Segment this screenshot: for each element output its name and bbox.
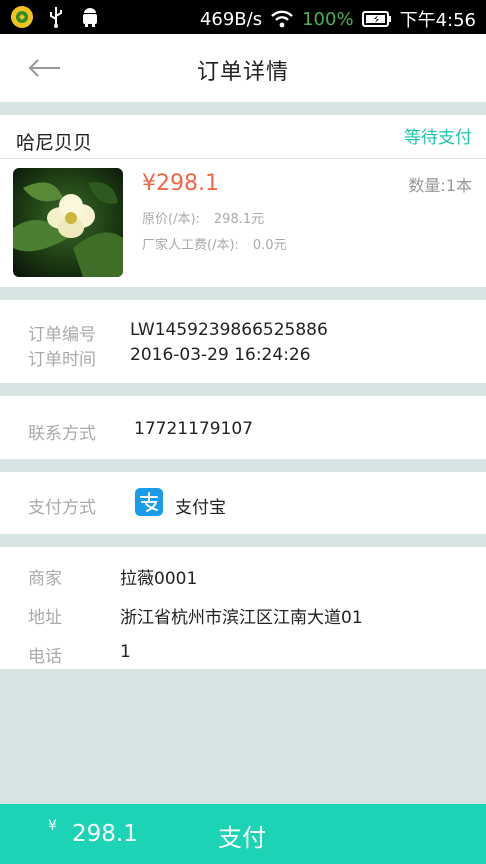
alipay-icon xyxy=(135,488,163,516)
status-bar-left xyxy=(10,5,102,29)
merchant-phone[interactable]: 1 xyxy=(120,642,131,662)
shop-name[interactable]: 哈尼贝贝 xyxy=(16,128,92,155)
bottom-pay-bar: ¥ 298.1 支付 xyxy=(0,804,486,864)
merchant-address-label: 地址 xyxy=(28,608,62,628)
merchant-address: 浙江省杭州市滨江区江南大道01 xyxy=(120,608,363,628)
contact-phone[interactable]: 17721179107 xyxy=(134,419,253,439)
merchant-name-label: 商家 xyxy=(28,569,62,589)
status-bar-right: 469B/s 100% 下午4:56 xyxy=(200,6,476,32)
network-speed: 469B/s xyxy=(199,8,263,30)
payment-label: 支付方式 xyxy=(28,498,96,518)
battery-icon xyxy=(361,11,391,27)
merchant-name: 拉薇0001 xyxy=(120,569,198,589)
merchant-phone-label: 电话 xyxy=(28,647,62,667)
order-time-label: 订单时间 xyxy=(28,350,96,370)
contact-label: 联系方式 xyxy=(28,424,96,444)
product-quantity: 数量:1本 xyxy=(408,176,472,195)
battery-percent: 100% xyxy=(302,8,354,30)
order-number: LW1459239866525886 xyxy=(130,320,328,340)
order-time: 2016-03-29 16:24:26 xyxy=(130,345,311,365)
title-bar: 订单详情 xyxy=(0,34,486,102)
page-title: 订单详情 xyxy=(196,60,289,85)
original-price-value: 298.1元 xyxy=(213,212,265,227)
order-number-label: 订单编号 xyxy=(28,325,96,345)
currency-symbol: ¥ xyxy=(48,818,57,834)
pay-button[interactable]: 支付 xyxy=(194,818,290,852)
usb-icon xyxy=(50,7,62,28)
status-bar: 469B/s 100% 下午4:56 xyxy=(0,0,486,34)
labor-fee-value: 0.0元 xyxy=(252,238,287,253)
original-price-row: 原价(/本): 298.1元 xyxy=(142,208,264,227)
wifi-icon xyxy=(271,10,293,28)
labor-fee-row: 厂家人工费(/本): 0.0元 xyxy=(142,234,287,253)
android-icon xyxy=(83,8,97,27)
product-price: ¥298.1 xyxy=(142,171,219,196)
labor-fee-label: 厂家人工费(/本): xyxy=(142,238,239,253)
clock: 下午4:56 xyxy=(399,10,476,31)
notification-icon xyxy=(11,6,33,28)
payment-method: 支付宝 xyxy=(175,498,226,518)
original-price-label: 原价(/本): xyxy=(142,212,200,227)
order-status-badge: 等待支付 xyxy=(404,128,472,148)
total-amount: 298.1 xyxy=(72,821,138,847)
section-divider xyxy=(0,158,486,159)
product-image[interactable] xyxy=(13,168,123,277)
